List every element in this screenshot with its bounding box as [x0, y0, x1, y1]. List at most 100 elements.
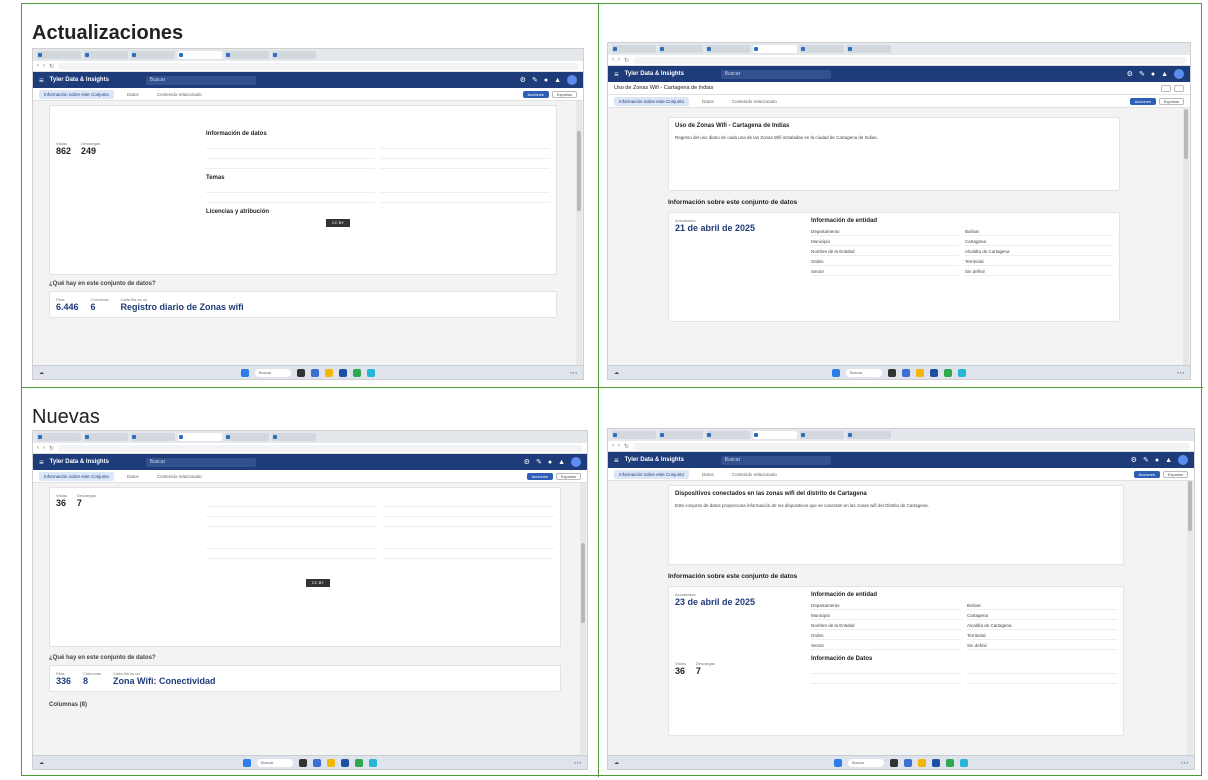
settings-icon[interactable]: ⚙ — [520, 76, 526, 84]
system-tray[interactable]: ▪ ▪ ▪ — [537, 370, 577, 375]
actions-button[interactable]: Acciones — [522, 90, 549, 98]
notification-icon[interactable]: ▲ — [1165, 457, 1172, 464]
settings-icon[interactable]: ⚙ — [524, 458, 530, 466]
taskview-icon[interactable] — [297, 368, 305, 377]
system-tray[interactable]: ▪ ▪ ▪ — [1144, 370, 1184, 375]
browser-tab[interactable] — [84, 433, 128, 441]
taskbar-search[interactable]: Buscar — [848, 758, 884, 767]
search-input[interactable]: Buscar — [720, 455, 831, 465]
reload-icon[interactable]: ↻ — [624, 57, 629, 64]
forward-icon[interactable]: › — [618, 443, 620, 449]
browser-tab[interactable] — [847, 45, 891, 53]
taskview-icon[interactable] — [890, 758, 898, 767]
scrollbar[interactable] — [1187, 481, 1193, 755]
browser-tab[interactable] — [800, 45, 844, 53]
notification-icon[interactable]: ▲ — [554, 77, 561, 84]
start-icon[interactable] — [832, 368, 840, 377]
url-field[interactable] — [58, 62, 579, 70]
search-input[interactable]: Buscar — [145, 75, 256, 85]
store-icon[interactable] — [341, 758, 349, 767]
help-icon[interactable]: ● — [544, 77, 548, 84]
browser-tab[interactable] — [131, 51, 175, 59]
browser-tab[interactable] — [178, 433, 222, 441]
store-icon[interactable] — [932, 758, 940, 767]
notification-icon[interactable]: ▲ — [558, 459, 565, 466]
start-icon[interactable] — [243, 758, 251, 767]
browser-tab[interactable] — [800, 431, 844, 439]
taskbar-search[interactable]: Buscar — [257, 758, 293, 767]
hamburger-menu-icon[interactable]: ≡ — [614, 70, 619, 79]
tab-related[interactable]: Contenido relacionado — [152, 90, 207, 99]
browser-tab[interactable] — [225, 51, 269, 59]
start-icon[interactable] — [834, 758, 842, 767]
browser-tab[interactable] — [847, 431, 891, 439]
help-icon[interactable]: ● — [548, 459, 552, 466]
taskbar-search[interactable]: Buscar — [255, 368, 291, 377]
search-input[interactable]: Buscar — [145, 457, 256, 467]
forward-icon[interactable]: › — [43, 63, 45, 69]
edge-icon[interactable] — [944, 368, 952, 377]
folder-icon[interactable] — [918, 758, 926, 767]
browser-tab[interactable] — [706, 431, 750, 439]
weather-widget[interactable]: ☁ — [614, 370, 654, 376]
start-icon[interactable] — [241, 368, 249, 377]
back-icon[interactable]: ‹ — [612, 443, 614, 449]
app-icon[interactable] — [367, 368, 375, 377]
edge-icon[interactable] — [355, 758, 363, 767]
folder-icon[interactable] — [327, 758, 335, 767]
hamburger-menu-icon[interactable]: ≡ — [39, 76, 44, 85]
browser-tab[interactable] — [272, 433, 316, 441]
scrollbar[interactable] — [1183, 109, 1189, 365]
browser-tab[interactable] — [225, 433, 269, 441]
actions-button[interactable]: Acciones — [526, 472, 553, 480]
avatar[interactable] — [571, 457, 581, 467]
browser-tab[interactable] — [659, 45, 703, 53]
tab-about[interactable]: Información sobre este Conjunto — [614, 96, 690, 106]
system-tray[interactable]: ▪ ▪ ▪ — [1148, 760, 1188, 765]
app-icon[interactable] — [958, 368, 966, 377]
tab-related[interactable]: Contenido relacionado — [727, 97, 782, 106]
more-button[interactable] — [1174, 84, 1184, 92]
edit-icon[interactable]: ✎ — [1143, 456, 1149, 464]
back-icon[interactable]: ‹ — [37, 445, 39, 451]
settings-icon[interactable]: ⚙ — [1127, 70, 1133, 78]
hamburger-menu-icon[interactable]: ≡ — [39, 458, 44, 467]
url-field[interactable] — [58, 444, 583, 452]
taskview-icon[interactable] — [299, 758, 307, 767]
chat-icon[interactable] — [904, 758, 912, 767]
license-badge-icon[interactable]: CC BY — [306, 579, 330, 587]
scrollbar[interactable] — [576, 101, 582, 365]
chat-icon[interactable] — [311, 368, 319, 377]
weather-widget[interactable]: ☁ — [614, 760, 654, 766]
edge-icon[interactable] — [353, 368, 361, 377]
export-button[interactable]: Exportar — [551, 90, 577, 98]
tab-data[interactable]: Datos — [697, 470, 719, 479]
help-icon[interactable]: ● — [1155, 457, 1159, 464]
avatar[interactable] — [567, 75, 577, 85]
tab-about[interactable]: Información sobre este Conjunto — [39, 471, 115, 481]
chat-icon[interactable] — [902, 368, 910, 377]
browser-tab[interactable] — [84, 51, 128, 59]
app-icon[interactable] — [960, 758, 968, 767]
browser-tab[interactable] — [178, 51, 222, 59]
edit-icon[interactable]: ✎ — [1139, 70, 1145, 78]
app-icon[interactable] — [369, 758, 377, 767]
browser-tab[interactable] — [272, 51, 316, 59]
browser-tab[interactable] — [612, 45, 656, 53]
hamburger-menu-icon[interactable]: ≡ — [614, 456, 619, 465]
weather-widget[interactable]: ☁ — [39, 370, 79, 376]
browser-tab[interactable] — [37, 51, 81, 59]
avatar[interactable] — [1174, 69, 1184, 79]
folder-icon[interactable] — [916, 368, 924, 377]
back-icon[interactable]: ‹ — [612, 57, 614, 63]
browser-tab[interactable] — [131, 433, 175, 441]
browser-tab[interactable] — [753, 431, 797, 439]
back-icon[interactable]: ‹ — [37, 63, 39, 69]
export-button[interactable]: Exportar — [1158, 97, 1184, 105]
help-icon[interactable]: ● — [1151, 71, 1155, 78]
tab-related[interactable]: Contenido relacionado — [727, 470, 782, 479]
browser-tab[interactable] — [37, 433, 81, 441]
url-field[interactable] — [633, 442, 1190, 450]
tab-about[interactable]: Información sobre este Conjunto — [614, 469, 690, 479]
avatar[interactable] — [1178, 455, 1188, 465]
